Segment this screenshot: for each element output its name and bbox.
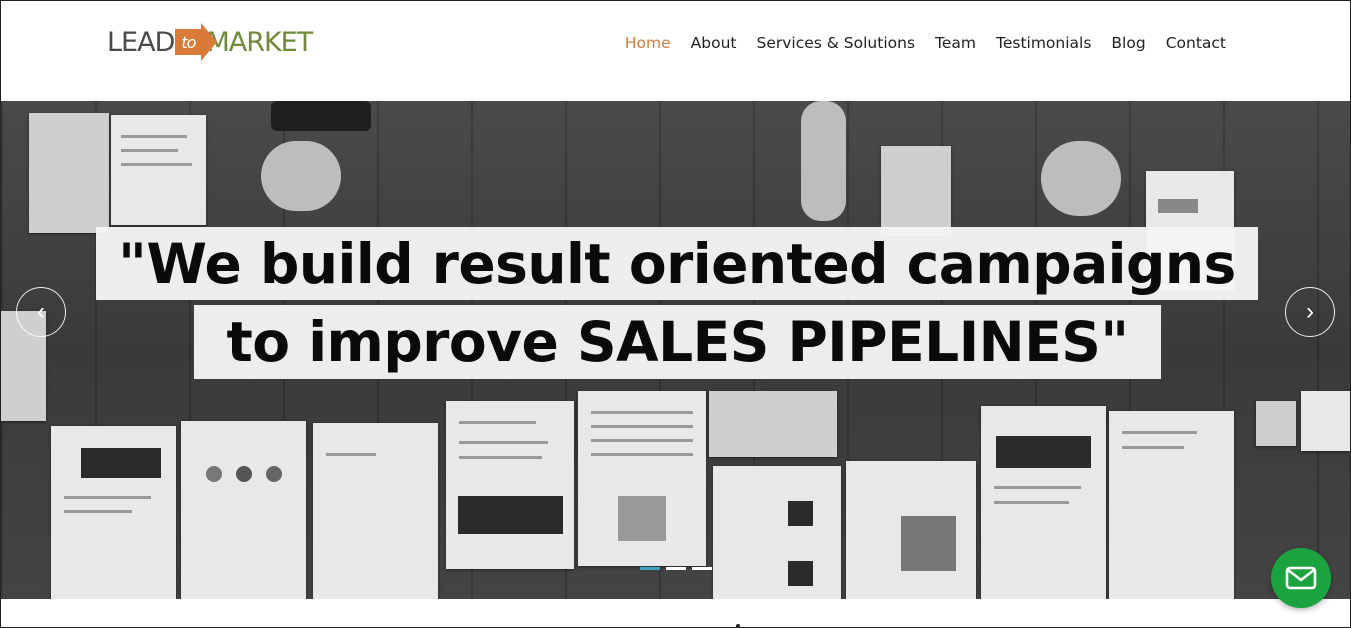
logo[interactable]: LEAD to MARKET xyxy=(107,21,313,63)
background-hand xyxy=(1041,141,1121,216)
background-paper xyxy=(713,466,841,599)
background-paper xyxy=(313,423,438,599)
nav-contact[interactable]: Contact xyxy=(1156,32,1236,54)
main-nav: Home About Services & Solutions Team Tes… xyxy=(615,32,1236,54)
background-paper xyxy=(578,391,706,566)
logo-arrow-icon: to xyxy=(175,23,218,61)
nav-home[interactable]: Home xyxy=(615,32,681,54)
background-paper xyxy=(981,406,1106,599)
page: LEAD to MARKET Home About Services & Sol… xyxy=(0,0,1351,628)
background-hand xyxy=(801,101,846,221)
nav-testimonials[interactable]: Testimonials xyxy=(986,32,1101,54)
nav-blog[interactable]: Blog xyxy=(1101,32,1155,54)
carousel-indicator-2[interactable] xyxy=(666,567,686,570)
background-paper xyxy=(709,391,837,457)
logo-lead: LEAD xyxy=(107,26,175,58)
background-paper xyxy=(846,461,976,599)
hero-headline-line-1: "We build result oriented campaigns xyxy=(96,227,1258,300)
background-paper xyxy=(446,401,574,569)
chevron-right-icon: › xyxy=(1306,298,1314,325)
nav-services-solutions[interactable]: Services & Solutions xyxy=(747,32,926,54)
logo-market: MARKET xyxy=(206,26,313,58)
background-paper xyxy=(181,421,306,599)
background-paper xyxy=(51,426,176,599)
carousel-indicator-3[interactable] xyxy=(692,567,712,570)
hero-headline-line-2: to improve SALES PIPELINES" xyxy=(194,305,1161,379)
background-paper xyxy=(1256,401,1296,446)
site-header: LEAD to MARKET Home About Services & Sol… xyxy=(1,1,1350,101)
background-hand xyxy=(261,141,341,211)
logo-to: to xyxy=(181,32,196,52)
background-paper xyxy=(1109,411,1234,599)
hero-carousel: "We build result oriented campaigns to i… xyxy=(1,101,1350,599)
carousel-prev-button[interactable]: ‹ xyxy=(16,287,66,337)
carousel-indicator-1[interactable] xyxy=(640,567,660,570)
background-paper xyxy=(111,115,206,225)
background-paper xyxy=(29,113,109,233)
background-paper xyxy=(1301,391,1350,451)
background-paper xyxy=(881,146,951,236)
carousel-next-button[interactable]: › xyxy=(1285,287,1335,337)
background-sleeve xyxy=(271,101,371,131)
nav-about[interactable]: About xyxy=(681,32,747,54)
content-below-fold xyxy=(736,624,740,627)
mail-icon xyxy=(1285,566,1317,590)
nav-team[interactable]: Team xyxy=(925,32,986,54)
chevron-left-icon: ‹ xyxy=(37,298,45,325)
contact-mail-button[interactable] xyxy=(1271,548,1331,608)
carousel-indicators xyxy=(640,567,712,570)
